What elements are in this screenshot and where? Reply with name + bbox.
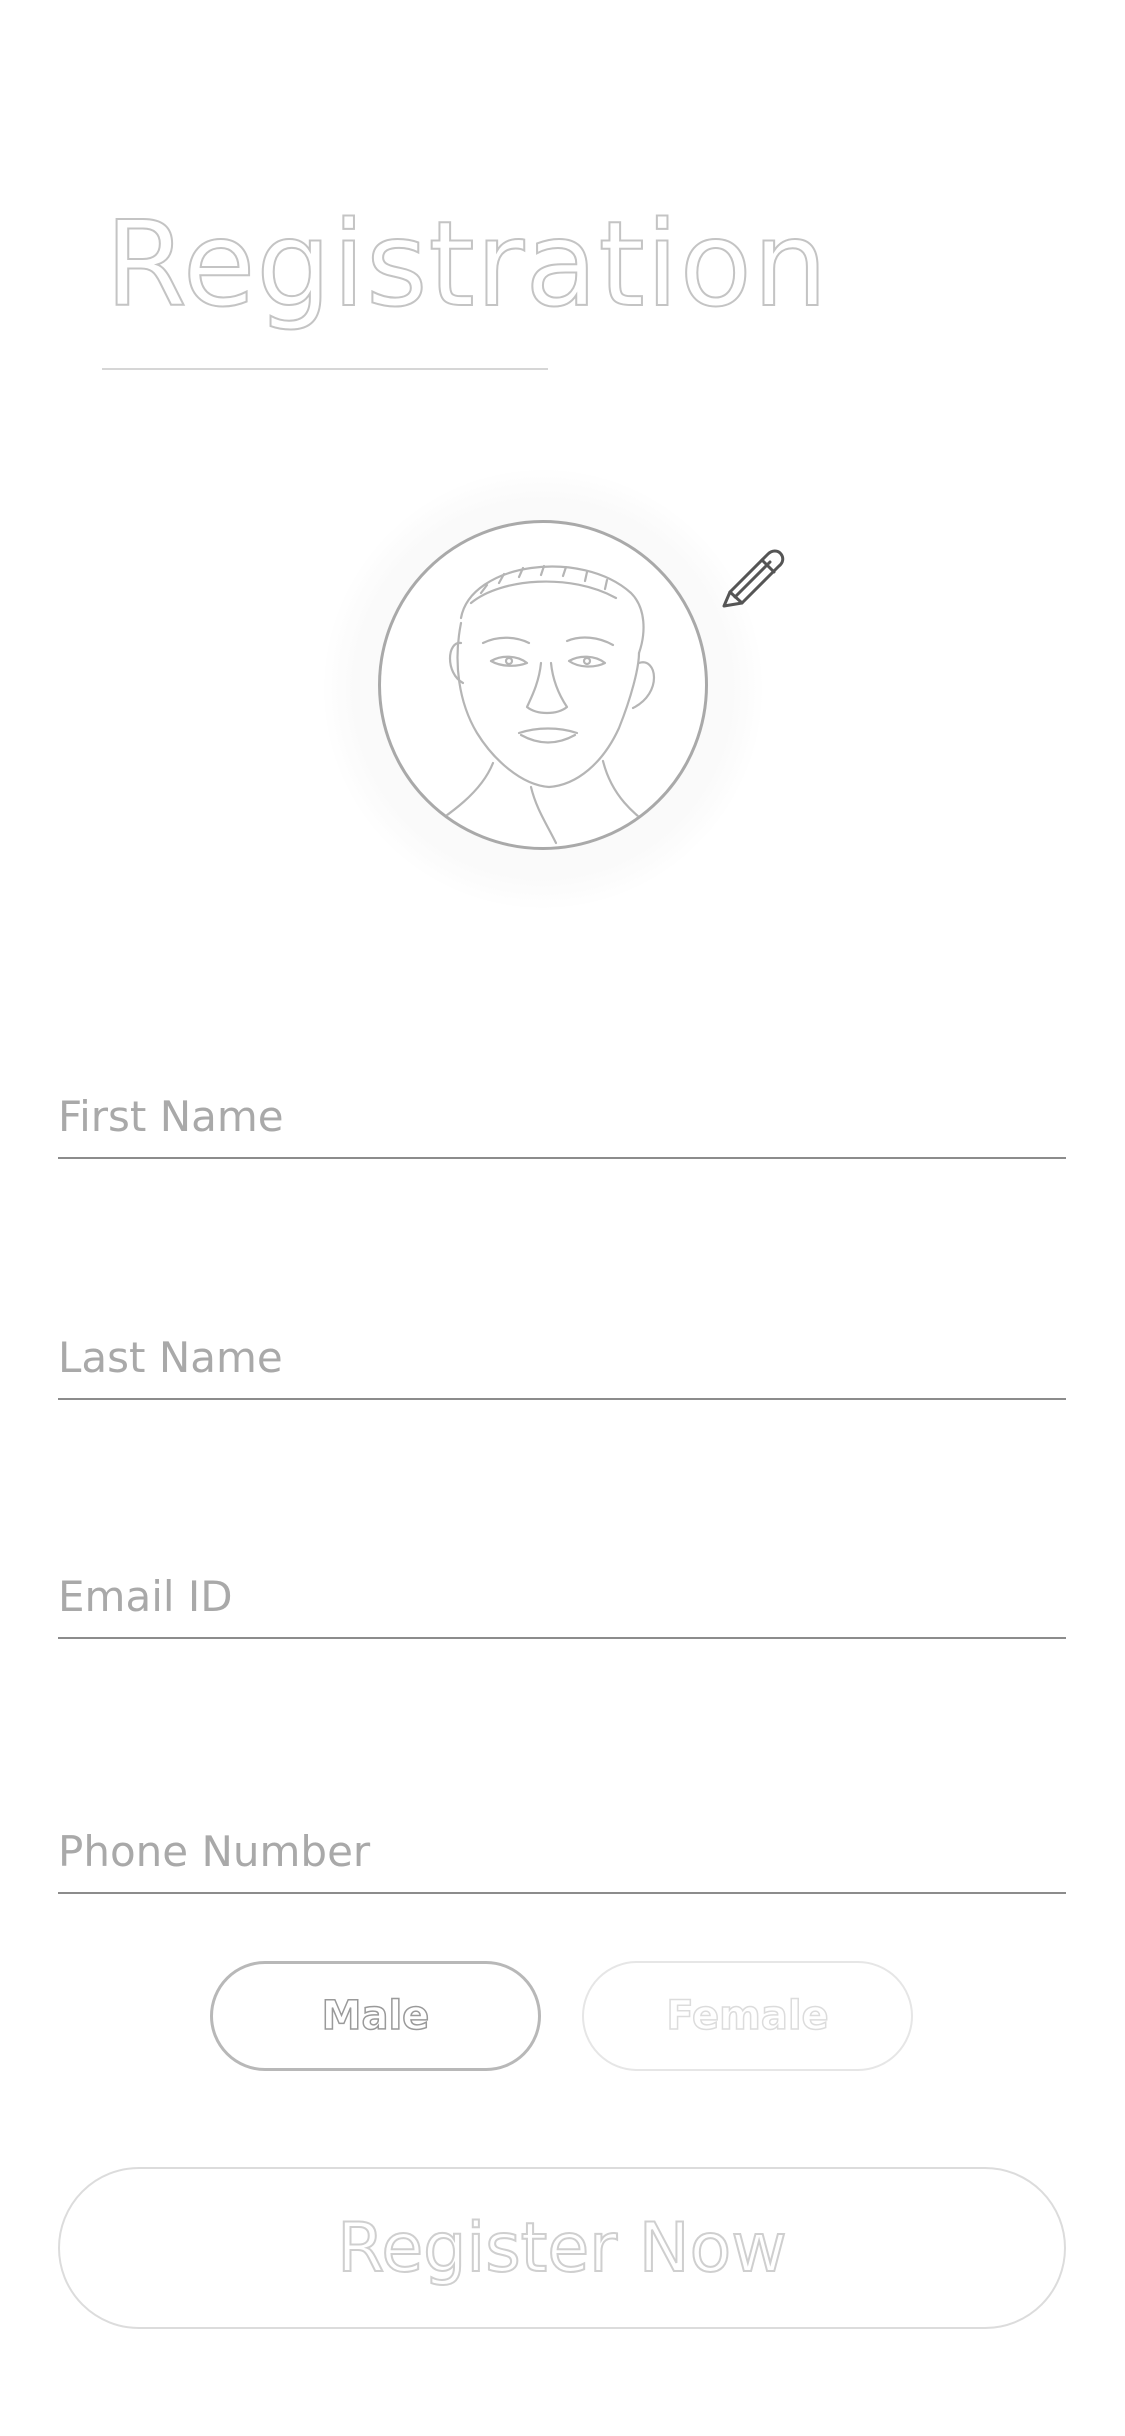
phone-field — [58, 1816, 1066, 1894]
page-title: Registration — [104, 195, 829, 333]
edit-photo-button[interactable] — [716, 540, 788, 612]
email-input[interactable] — [58, 1561, 1066, 1631]
avatar-face-icon — [419, 564, 667, 845]
register-button[interactable]: Register Now — [58, 2167, 1066, 2329]
title-underline — [102, 368, 548, 370]
pencil-icon — [722, 549, 785, 608]
gender-male-button[interactable]: Male — [210, 1961, 541, 2071]
email-field — [58, 1561, 1066, 1639]
avatar[interactable] — [378, 520, 708, 850]
email-underline — [58, 1637, 1066, 1639]
last-name-underline — [58, 1398, 1066, 1400]
phone-underline — [58, 1892, 1066, 1894]
last-name-input[interactable] — [58, 1322, 1066, 1392]
last-name-field — [58, 1322, 1066, 1400]
first-name-field — [58, 1081, 1066, 1159]
gender-female-button[interactable]: Female — [582, 1961, 913, 2071]
phone-input[interactable] — [58, 1816, 1066, 1886]
first-name-input[interactable] — [58, 1081, 1066, 1151]
first-name-underline — [58, 1157, 1066, 1159]
